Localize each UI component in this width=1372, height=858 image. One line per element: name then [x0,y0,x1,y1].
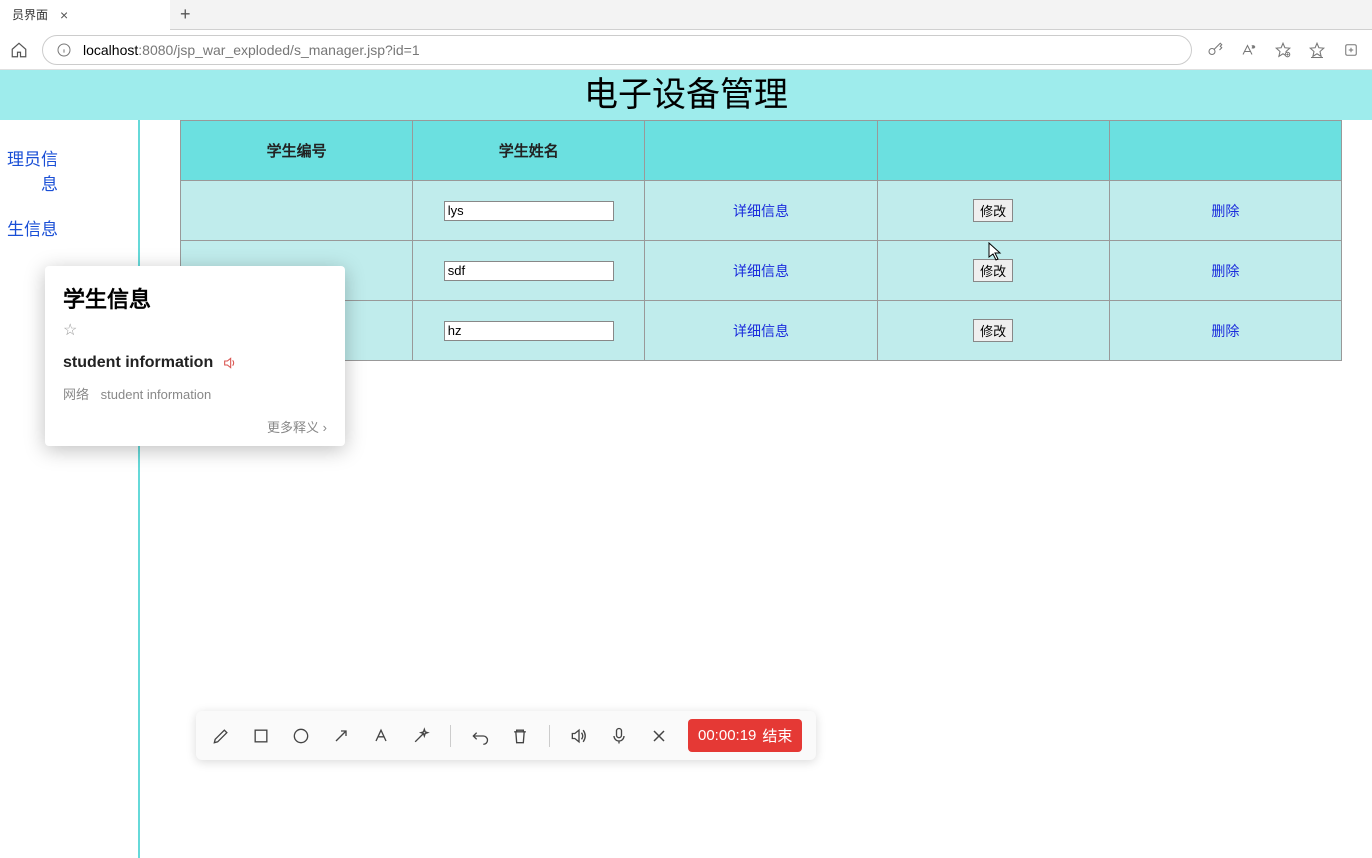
browser-tab[interactable]: 员界面 × [0,0,170,30]
address-bar[interactable]: localhost:8080/jsp_war_exploded/s_manage… [42,35,1192,65]
page-header: 电子设备管理 [0,70,1372,120]
new-tab-button[interactable]: + [170,4,201,25]
table-row: 详细信息 修改 删除 [181,181,1342,241]
cell-del: 删除 [1109,301,1341,361]
th-student-id: 学生编号 [181,121,413,181]
th-edit [877,121,1109,181]
detail-link[interactable]: 详细信息 [733,323,789,339]
tab-close-button[interactable]: × [60,7,68,23]
key-icon[interactable] [1206,41,1226,59]
browser-tabstrip: 员界面 × + [0,0,1372,30]
microphone-icon[interactable] [608,725,630,747]
cell-id [181,181,413,241]
cell-detail: 详细信息 [645,181,877,241]
cell-name [413,241,645,301]
cell-del: 删除 [1109,181,1341,241]
dict-source: 网络 student information [63,384,327,403]
browser-toolbar: localhost:8080/jsp_war_exploded/s_manage… [0,30,1372,70]
edit-button[interactable]: 修改 [973,319,1013,342]
record-stop-button[interactable]: 00:00:19 结束 [688,719,802,752]
sidebar-item-student-info[interactable]: 生信息 [0,205,138,250]
delete-link[interactable]: 删除 [1211,203,1239,219]
magic-icon[interactable] [410,725,432,747]
close-icon[interactable] [648,725,670,747]
text-icon[interactable] [370,725,392,747]
dictionary-popup: 学生信息 ☆ student information 网络 student in… [45,266,345,446]
circle-icon[interactable] [290,725,312,747]
student-name-input[interactable] [444,321,614,341]
screen-record-toolbar: 00:00:19 结束 [196,711,816,760]
url-text: localhost:8080/jsp_war_exploded/s_manage… [83,42,420,58]
trash-icon[interactable] [509,725,531,747]
site-info-icon[interactable] [55,41,73,59]
th-detail [645,121,877,181]
edit-button[interactable]: 修改 [973,199,1013,222]
cell-detail: 详细信息 [645,301,877,361]
pen-icon[interactable] [210,725,232,747]
sidebar: 理员信息 生信息 [0,120,140,858]
favorites-icon[interactable] [1274,41,1294,59]
page-title: 电子设备管理 [0,70,1372,120]
sidebar-item-admin-info[interactable]: 理员信息 [0,135,138,205]
tab-title: 员界面 [12,6,48,23]
undo-icon[interactable] [469,725,491,747]
record-end-label: 结束 [762,725,792,746]
arrow-icon[interactable] [330,725,352,747]
student-table: 学生编号 学生姓名 详细信息 修改 删除 [180,120,1342,361]
cell-del: 删除 [1109,241,1341,301]
cell-name [413,181,645,241]
cell-edit: 修改 [877,181,1109,241]
sound-icon[interactable] [568,725,590,747]
home-icon[interactable] [10,41,28,59]
cell-edit: 修改 [877,241,1109,301]
table-row: 详细信息 修改 删除 [181,301,1342,361]
delete-link[interactable]: 删除 [1211,323,1239,339]
record-time: 00:00:19 [698,727,756,744]
student-name-input[interactable] [444,201,614,221]
dict-word: 学生信息 [63,282,327,314]
speaker-icon[interactable] [222,354,238,371]
separator [549,725,550,747]
detail-link[interactable]: 详细信息 [733,263,789,279]
dict-translation: student information [63,354,213,372]
th-del [1109,121,1341,181]
edit-button[interactable]: 修改 [973,259,1013,282]
cell-detail: 详细信息 [645,241,877,301]
separator [450,725,451,747]
table-header-row: 学生编号 学生姓名 [181,121,1342,181]
chevron-right-icon: › [323,420,327,435]
cell-name [413,301,645,361]
page-content: 电子设备管理 理员信息 生信息 学生编号 学生姓名 [0,70,1372,858]
svg-text:»: » [1252,44,1255,50]
detail-link[interactable]: 详细信息 [733,203,789,219]
cell-edit: 修改 [877,301,1109,361]
collections-icon[interactable] [1342,41,1362,59]
dict-more-link[interactable]: 更多释义 › [63,417,327,436]
th-student-name: 学生姓名 [413,121,645,181]
favorites-bar-icon[interactable] [1308,41,1328,59]
read-aloud-icon[interactable]: » [1240,41,1260,59]
delete-link[interactable]: 删除 [1211,263,1239,279]
student-name-input[interactable] [444,261,614,281]
square-icon[interactable] [250,725,272,747]
star-icon[interactable]: ☆ [63,320,327,340]
table-row: 详细信息 修改 删除 [181,241,1342,301]
